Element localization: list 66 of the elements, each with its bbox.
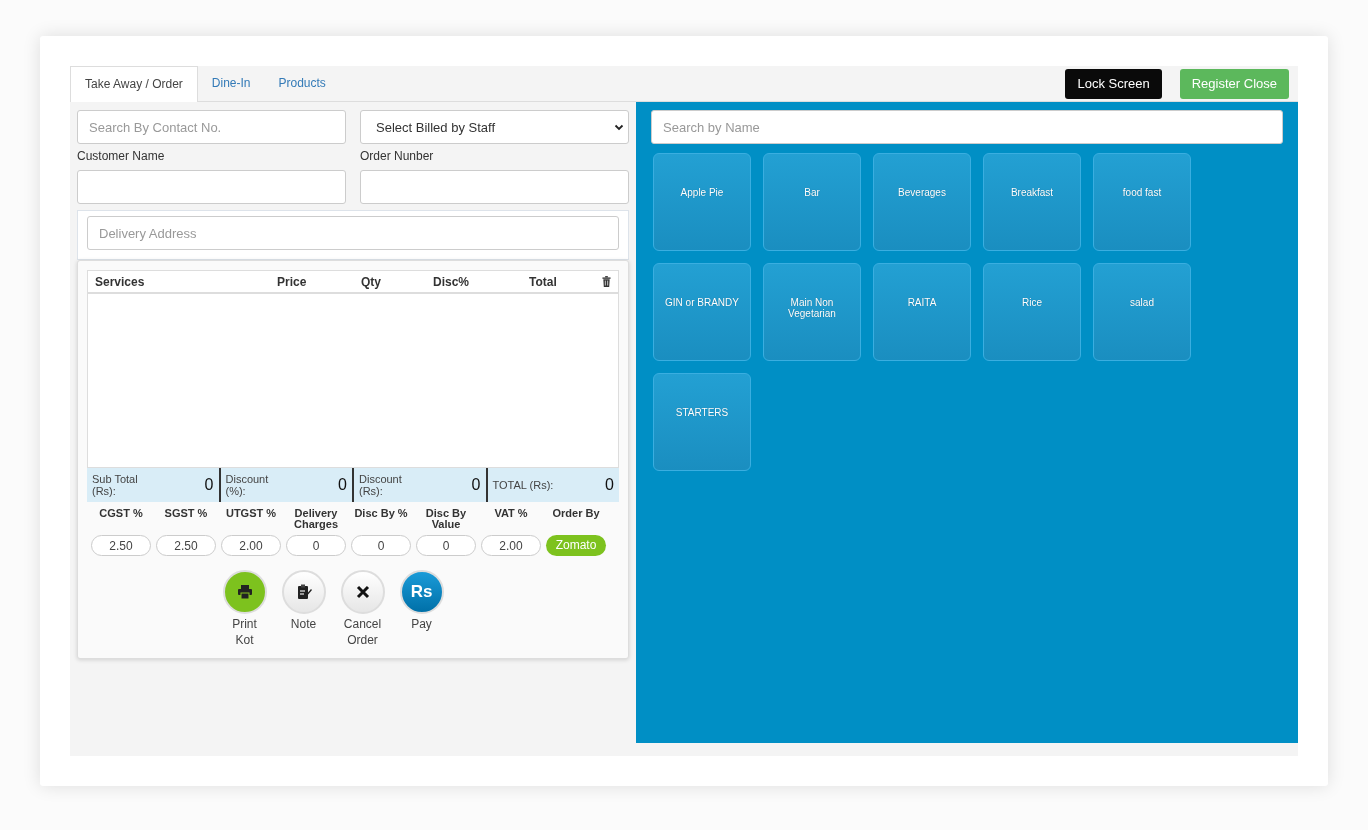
- category-tile[interactable]: Apple Pie: [653, 153, 751, 251]
- column-header: Disc%: [433, 274, 471, 289]
- action-label: Cancel Order: [342, 616, 383, 648]
- action-label: Note: [289, 616, 318, 632]
- charge-label: Delivery Charges: [293, 508, 339, 532]
- category-tile[interactable]: Bar: [763, 153, 861, 251]
- staff-select[interactable]: Select Billed by Staff: [360, 110, 629, 144]
- print-button[interactable]: [222, 570, 267, 614]
- tab[interactable]: Products: [264, 66, 340, 101]
- contact-search-field[interactable]: Search By Contact No.: [77, 110, 346, 144]
- charge-label: SGST %: [163, 508, 209, 521]
- note-button[interactable]: [281, 570, 326, 614]
- action-label: Print Kot: [231, 616, 258, 648]
- category-tile[interactable]: STARTERS: [653, 373, 751, 471]
- charge-label: UTGST %: [224, 508, 278, 521]
- category-tile[interactable]: Rice: [983, 263, 1081, 361]
- category-tile[interactable]: Beverages: [873, 153, 971, 251]
- trash-icon: [602, 276, 611, 287]
- lock-screen-button[interactable]: Lock Screen: [1065, 68, 1162, 99]
- category-tile[interactable]: salad: [1093, 263, 1191, 361]
- charge-field[interactable]: 2.00: [221, 535, 281, 556]
- tab[interactable]: Take Away / Order: [70, 66, 198, 102]
- printer-icon: [236, 584, 253, 600]
- charge-field[interactable]: 0: [351, 535, 411, 556]
- charge-label: VAT %: [493, 508, 529, 521]
- column-header: Qty: [361, 274, 382, 289]
- field-label: Customer Name: [77, 149, 166, 163]
- action-label: Pay: [410, 616, 433, 632]
- charge-label: Disc By Value: [424, 508, 468, 532]
- charge-field[interactable]: 0: [416, 535, 476, 556]
- total-value: 0: [471, 476, 481, 494]
- cancel-button[interactable]: [340, 570, 385, 614]
- product-search-field[interactable]: Search by Name: [651, 110, 1283, 144]
- chevron-icon: [614, 122, 624, 132]
- charge-label: Disc By %: [353, 508, 409, 521]
- total-label: Discount (%):: [225, 472, 270, 498]
- tab[interactable]: Dine-In: [197, 66, 265, 101]
- total-value: 0: [605, 476, 614, 494]
- clipboard-icon: [295, 584, 312, 600]
- close-icon: [354, 584, 371, 600]
- charge-field[interactable]: 2.00: [481, 535, 541, 556]
- order-number-field[interactable]: [360, 170, 629, 204]
- total-value: 0: [338, 476, 347, 494]
- category-tile[interactable]: GIN or BRANDY: [653, 263, 751, 361]
- charge-field[interactable]: 2.50: [156, 535, 216, 556]
- total-value: 0: [204, 476, 214, 494]
- charge-field[interactable]: 0: [286, 535, 346, 556]
- total-label: Sub Total (Rs):: [92, 472, 139, 498]
- total-label: Discount (Rs):: [359, 472, 403, 498]
- category-tile[interactable]: food fast: [1093, 153, 1191, 251]
- charge-label: Order By: [551, 508, 601, 521]
- category-tile[interactable]: Breakfast: [983, 153, 1081, 251]
- delivery-address-field[interactable]: Delivery Address: [87, 216, 619, 250]
- total-label: TOTAL (Rs):: [492, 478, 554, 492]
- column-header: Total: [529, 274, 558, 289]
- column-header: Price: [277, 274, 308, 289]
- charge-field[interactable]: 2.50: [91, 535, 151, 556]
- category-tile[interactable]: Main Non Vegetarian: [763, 263, 861, 361]
- category-tile[interactable]: RAITA: [873, 263, 971, 361]
- charge-label: CGST %: [98, 508, 144, 521]
- register-close-button[interactable]: Register Close: [1179, 68, 1289, 99]
- column-header: Services: [95, 274, 146, 289]
- pay-button[interactable]: Rs: [399, 570, 444, 614]
- order-source-badge[interactable]: Zomato: [546, 535, 606, 556]
- customer-name-field[interactable]: [77, 170, 346, 204]
- field-label: Order Nunber: [360, 149, 435, 163]
